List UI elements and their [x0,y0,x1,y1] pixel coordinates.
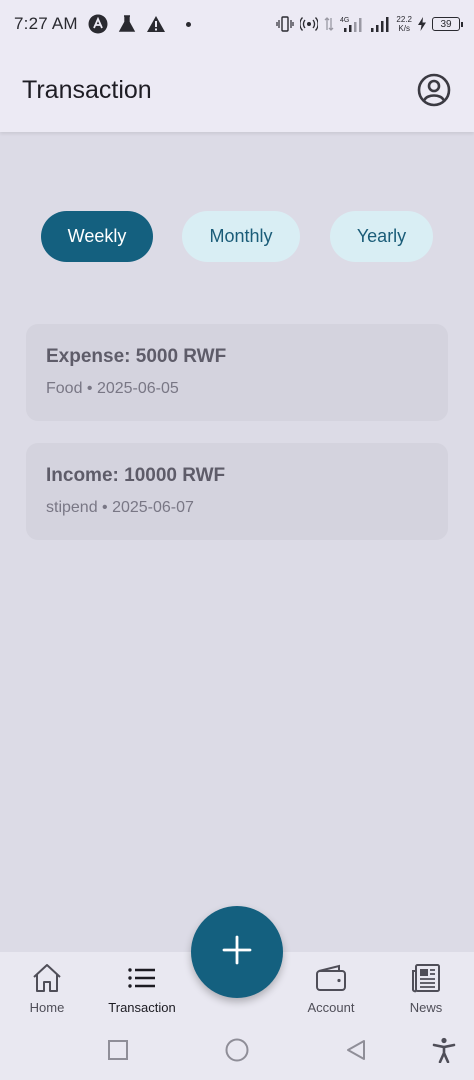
nav-label-account: Account [307,1000,355,1015]
transaction-card[interactable]: Expense: 5000 RWF Food • 2025-06-05 [26,324,448,421]
plus-icon [222,935,252,970]
nav-label-transaction: Transaction [108,1000,176,1015]
warning-icon [146,15,166,33]
more-notifications-dot [185,21,191,27]
home-circle-icon[interactable] [223,1036,251,1064]
transaction-subtitle: stipend • 2025-06-07 [46,499,194,516]
signal-icon [370,16,390,32]
tab-weekly[interactable]: Weekly [41,211,153,262]
nav-label-home: Home [29,1000,65,1015]
transaction-title: Expense: 5000 RWF [46,346,227,367]
wallet-icon [315,962,347,994]
transaction-subtitle: Food • 2025-06-05 [46,380,179,397]
tab-yearly[interactable]: Yearly [330,211,433,262]
recent-apps-icon[interactable] [104,1036,132,1064]
vibrate-icon [276,16,295,32]
app-notification-icon [88,14,108,34]
hotspot-icon [300,16,319,32]
period-tabs: Weekly Monthly Yearly [0,211,474,263]
list-icon [127,962,157,994]
network-speed: 22.2 K/s [396,15,412,33]
network-speed-value: 22.2 [396,15,412,24]
add-transaction-button[interactable] [191,906,283,998]
data-arrows-icon [324,16,334,32]
status-bar: 7:27 AM 4G 22.2 K/s 39 [0,0,474,48]
tab-monthly[interactable]: Monthly [182,211,300,262]
nav-item-transaction[interactable]: Transaction [97,962,187,1015]
network-speed-unit: K/s [398,24,410,33]
accessibility-icon[interactable] [430,1036,458,1064]
system-nav-bar [0,1020,474,1080]
battery-icon: 39 [432,17,463,31]
transaction-title: Income: 10000 RWF [46,465,226,486]
charging-icon [418,17,426,31]
status-time: 7:27 AM [14,14,78,33]
newspaper-icon [411,962,441,994]
svg-text:4G: 4G [340,17,349,24]
nav-label-news: News [409,1000,443,1015]
nav-item-home[interactable]: Home [2,962,92,1015]
home-icon [31,962,63,994]
account-circle-icon[interactable] [416,72,452,108]
transaction-card[interactable]: Income: 10000 RWF stipend • 2025-06-07 [26,443,448,540]
flask-icon [118,15,136,33]
nav-item-news[interactable]: News [381,962,471,1015]
page-title: Transaction [22,75,152,104]
nav-item-account[interactable]: Account [286,962,376,1015]
back-icon[interactable] [342,1036,370,1064]
app-bar: Transaction [0,48,474,132]
battery-level: 39 [440,18,452,30]
signal-4g-icon: 4G [340,15,364,33]
